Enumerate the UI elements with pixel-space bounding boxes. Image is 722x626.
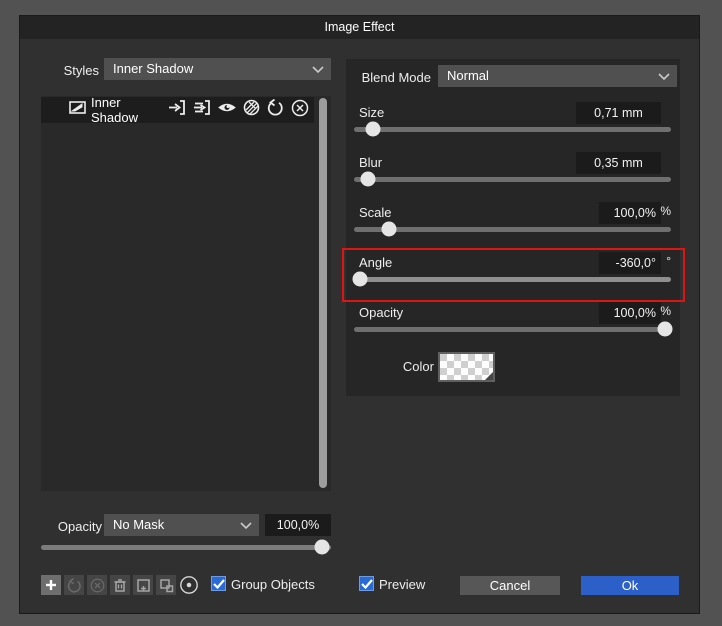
scale-value[interactable]: 100,0% [599, 202, 661, 224]
effect-layer-list[interactable]: Inner Shadow [41, 96, 331, 491]
scale-slider[interactable] [354, 222, 671, 237]
slider-track[interactable] [41, 545, 331, 550]
blend-mode-value: Normal [447, 68, 489, 83]
dialog-title: Image Effect [325, 20, 395, 34]
blur-value[interactable]: 0,35 mm [576, 152, 661, 174]
add-icon[interactable] [41, 575, 61, 595]
angle-value[interactable]: -360,0° [599, 252, 661, 274]
layer-list-scrollbar[interactable] [319, 98, 327, 488]
mask-opacity-value[interactable]: 100,0% [265, 514, 331, 536]
angle-slider[interactable] [354, 272, 671, 287]
visibility-icon[interactable] [218, 100, 236, 120]
opacity-value[interactable]: 100,0% [599, 302, 661, 324]
scale-row: Scale 100,0% % [346, 202, 680, 252]
opacity-slider[interactable] [354, 322, 671, 337]
preview-checkbox[interactable] [359, 576, 374, 591]
slider-handle[interactable] [366, 122, 381, 137]
blur-label: Blur [359, 155, 382, 170]
slider-handle[interactable] [353, 272, 368, 287]
preview-label: Preview [379, 577, 425, 592]
import-icon[interactable] [168, 99, 186, 121]
chevron-down-icon [658, 73, 670, 80]
slider-track[interactable] [354, 277, 671, 282]
blur-slider[interactable] [354, 172, 671, 187]
mask-dropdown[interactable]: No Mask [104, 514, 259, 536]
slider-track[interactable] [354, 327, 671, 332]
mask-opacity-slider[interactable] [41, 540, 331, 555]
slider-handle[interactable] [381, 222, 396, 237]
size-row: Size 0,71 mm [346, 102, 680, 152]
size-slider[interactable] [354, 122, 671, 137]
undo-icon[interactable] [64, 575, 84, 595]
duplicate-icon[interactable] [156, 575, 176, 595]
styles-dropdown[interactable]: Inner Shadow [104, 58, 331, 80]
blur-row: Blur 0,35 mm [346, 152, 680, 202]
cancel-button[interactable]: Cancel [460, 576, 560, 595]
styles-dropdown-value: Inner Shadow [113, 61, 193, 76]
delete-icon[interactable] [110, 575, 130, 595]
reset-icon[interactable] [267, 99, 284, 121]
blend-mode-label: Blend Mode [320, 70, 431, 85]
slider-handle[interactable] [361, 172, 376, 187]
image-effect-dialog: Image Effect Styles Inner Shadow Inner S… [19, 15, 700, 614]
scale-unit: % [660, 204, 671, 218]
color-label: Color [354, 359, 434, 374]
target-icon[interactable] [179, 575, 199, 595]
slider-track[interactable] [354, 127, 671, 132]
group-objects-label: Group Objects [231, 577, 315, 592]
styles-label: Styles [20, 63, 99, 78]
image-icon [69, 101, 86, 119]
angle-unit: ° [666, 254, 671, 268]
new-effect-icon[interactable] [133, 575, 153, 595]
remove-icon[interactable] [291, 99, 309, 122]
slider-handle[interactable] [315, 540, 330, 555]
group-objects-checkbox[interactable] [211, 576, 226, 591]
color-swatch[interactable] [438, 352, 495, 382]
slider-track[interactable] [354, 227, 671, 232]
slider-track[interactable] [354, 177, 671, 182]
import-multiple-icon[interactable] [193, 99, 211, 121]
ok-button[interactable]: Ok [581, 576, 679, 595]
opacity-label: Opacity [359, 305, 403, 320]
mask-opacity-label: Opacity [20, 519, 102, 534]
size-value[interactable]: 0,71 mm [576, 102, 661, 124]
check-icon [361, 579, 373, 589]
check-icon [213, 579, 225, 589]
opacity-unit: % [660, 304, 671, 318]
blend-mode-dropdown[interactable]: Normal [438, 65, 677, 87]
chevron-down-icon [240, 522, 252, 529]
scale-label: Scale [359, 205, 392, 220]
opacity-row: Opacity 100,0% % [346, 302, 680, 352]
angle-label: Angle [359, 255, 392, 270]
layer-name: Inner Shadow [91, 95, 168, 125]
angle-row: Angle -360,0° ° [346, 252, 680, 302]
cancel-circle-icon[interactable] [87, 575, 107, 595]
layer-toolbar [41, 575, 199, 595]
layer-row-inner-shadow[interactable]: Inner Shadow [41, 97, 314, 123]
slider-handle[interactable] [657, 322, 672, 337]
dialog-titlebar[interactable]: Image Effect [20, 16, 699, 39]
mask-dropdown-value: No Mask [113, 517, 164, 532]
texture-icon[interactable] [243, 99, 260, 121]
size-label: Size [359, 105, 384, 120]
swatch-corner-icon [485, 372, 493, 380]
